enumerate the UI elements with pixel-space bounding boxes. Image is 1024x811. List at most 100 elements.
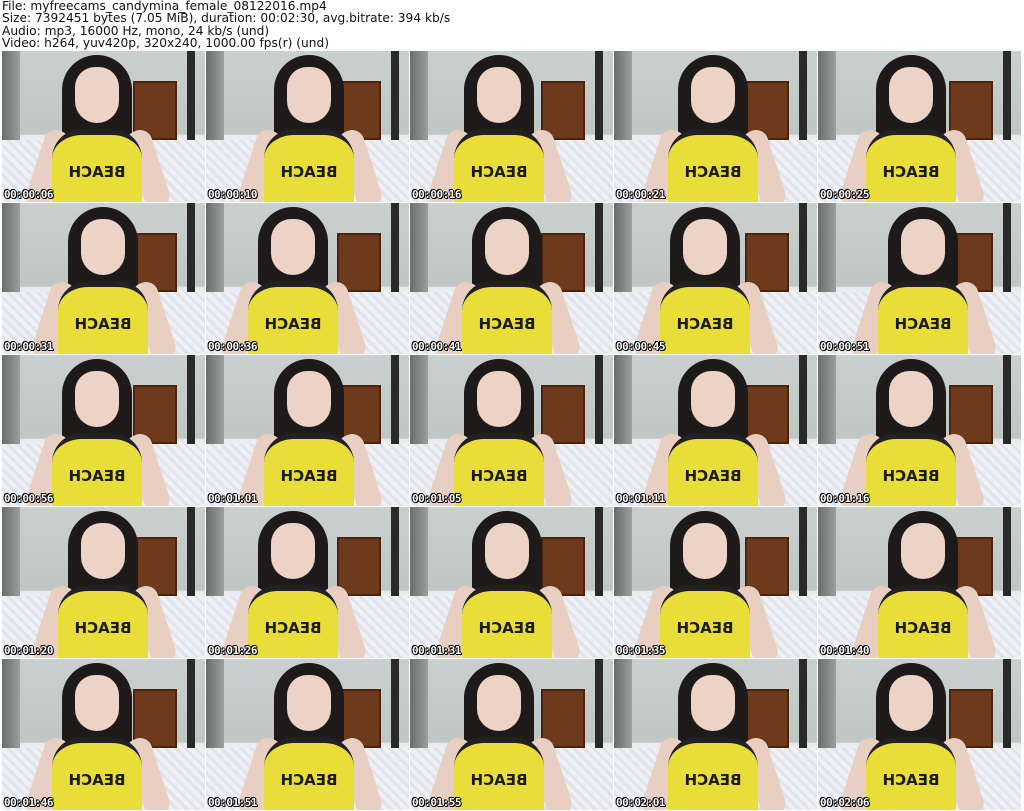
pole bbox=[391, 507, 399, 602]
person-face bbox=[901, 523, 945, 579]
pole bbox=[1003, 203, 1011, 298]
shirt-text: BEACH bbox=[74, 315, 132, 333]
timestamp: 00:00:25 bbox=[820, 188, 869, 201]
person-face bbox=[75, 67, 119, 123]
timestamp: 00:00:36 bbox=[208, 340, 257, 353]
shirt-text: BEACH bbox=[684, 163, 742, 181]
video-frame-thumbnail: BEACH 00:00:06 bbox=[2, 51, 205, 202]
shirt-text: BEACH bbox=[264, 619, 322, 637]
shirt-text: BEACH bbox=[478, 619, 536, 637]
timestamp: 00:00:06 bbox=[4, 188, 53, 201]
video-frame-thumbnail: BEACH 00:01:16 bbox=[818, 355, 1021, 506]
shirt-text: BEACH bbox=[68, 163, 126, 181]
file-size-info: Size: 7392451 bytes (7.05 MiB), duration… bbox=[2, 11, 451, 26]
person-face bbox=[75, 675, 119, 731]
person-face bbox=[889, 675, 933, 731]
video-frame-thumbnail: BEACH 00:01:26 bbox=[206, 507, 409, 658]
video-frame-thumbnail: BEACH 00:02:06 bbox=[818, 659, 1021, 810]
shirt-text: BEACH bbox=[684, 467, 742, 485]
shirt-text: BEACH bbox=[470, 771, 528, 789]
pole bbox=[799, 51, 807, 146]
pole bbox=[187, 51, 195, 146]
video-frame-thumbnail: BEACH 00:01:01 bbox=[206, 355, 409, 506]
timestamp: 00:01:51 bbox=[208, 796, 257, 809]
door bbox=[337, 233, 381, 292]
video-info: Video: h264, yuv420p, 320x240, 1000.00 f… bbox=[2, 35, 329, 50]
person-face bbox=[901, 219, 945, 275]
video-frame-thumbnail: BEACH 00:00:31 bbox=[2, 203, 205, 354]
shirt-text: BEACH bbox=[894, 619, 952, 637]
shirt-text: BEACH bbox=[894, 315, 952, 333]
video-frame-thumbnail: BEACH 00:01:20 bbox=[2, 507, 205, 658]
person-face bbox=[287, 371, 331, 427]
pole bbox=[391, 659, 399, 754]
shirt-text: BEACH bbox=[280, 163, 338, 181]
person-face bbox=[477, 67, 521, 123]
video-frame-thumbnail: BEACH 00:00:51 bbox=[818, 203, 1021, 354]
timestamp: 00:01:55 bbox=[412, 796, 461, 809]
video-frame-thumbnail: BEACH 00:01:05 bbox=[410, 355, 613, 506]
pole bbox=[391, 355, 399, 450]
timestamp: 00:01:46 bbox=[4, 796, 53, 809]
person-face bbox=[287, 67, 331, 123]
timestamp: 00:01:31 bbox=[412, 644, 461, 657]
timestamp: 00:00:41 bbox=[412, 340, 461, 353]
pole bbox=[595, 51, 603, 146]
pole bbox=[1003, 355, 1011, 450]
video-frame-thumbnail: BEACH 00:01:35 bbox=[614, 507, 817, 658]
pole bbox=[595, 507, 603, 602]
timestamp: 00:01:40 bbox=[820, 644, 869, 657]
person-face bbox=[683, 219, 727, 275]
timestamp: 00:01:20 bbox=[4, 644, 53, 657]
video-frame-thumbnail: BEACH 00:00:21 bbox=[614, 51, 817, 202]
pole bbox=[595, 355, 603, 450]
video-frame-thumbnail: BEACH 00:01:40 bbox=[818, 507, 1021, 658]
person-face bbox=[477, 675, 521, 731]
video-frame-thumbnail: BEACH 00:00:56 bbox=[2, 355, 205, 506]
timestamp: 00:00:56 bbox=[4, 492, 53, 505]
timestamp: 00:02:06 bbox=[820, 796, 869, 809]
pole bbox=[799, 355, 807, 450]
timestamp: 00:01:35 bbox=[616, 644, 665, 657]
pole bbox=[1003, 51, 1011, 146]
person-face bbox=[485, 523, 529, 579]
shirt-text: BEACH bbox=[882, 163, 940, 181]
pole bbox=[187, 659, 195, 754]
pole bbox=[187, 355, 195, 450]
person-face bbox=[75, 371, 119, 427]
video-frame-thumbnail: BEACH 00:00:10 bbox=[206, 51, 409, 202]
pole bbox=[799, 659, 807, 754]
video-frame-thumbnail: BEACH 00:01:55 bbox=[410, 659, 613, 810]
shirt-text: BEACH bbox=[74, 619, 132, 637]
video-frame-thumbnail: BEACH 00:00:41 bbox=[410, 203, 613, 354]
person-face bbox=[271, 219, 315, 275]
video-frame-thumbnail: BEACH 00:00:16 bbox=[410, 51, 613, 202]
person-face bbox=[683, 523, 727, 579]
video-frame-thumbnail: BEACH 00:01:11 bbox=[614, 355, 817, 506]
timestamp: 00:01:05 bbox=[412, 492, 461, 505]
pole bbox=[799, 507, 807, 602]
person-face bbox=[477, 371, 521, 427]
pole bbox=[595, 659, 603, 754]
shirt-text: BEACH bbox=[470, 163, 528, 181]
person-face bbox=[691, 67, 735, 123]
door bbox=[337, 537, 381, 596]
pole bbox=[391, 51, 399, 146]
person-face bbox=[81, 523, 125, 579]
timestamp: 00:00:45 bbox=[616, 340, 665, 353]
video-frame-thumbnail: BEACH 00:00:45 bbox=[614, 203, 817, 354]
pole bbox=[595, 203, 603, 298]
video-frame-thumbnail: BEACH 00:01:31 bbox=[410, 507, 613, 658]
person-face bbox=[691, 371, 735, 427]
timestamp: 00:00:21 bbox=[616, 188, 665, 201]
person-face bbox=[81, 219, 125, 275]
shirt-text: BEACH bbox=[882, 771, 940, 789]
pole bbox=[1003, 507, 1011, 602]
person-face bbox=[485, 219, 529, 275]
timestamp: 00:01:01 bbox=[208, 492, 257, 505]
pole bbox=[391, 203, 399, 298]
timestamp: 00:00:51 bbox=[820, 340, 869, 353]
timestamp: 00:00:31 bbox=[4, 340, 53, 353]
thumbnail-grid: BEACH 00:00:06 BEACH 00:00:10 BEACH 00:00:16 B… bbox=[2, 51, 1021, 810]
shirt-text: BEACH bbox=[676, 619, 734, 637]
